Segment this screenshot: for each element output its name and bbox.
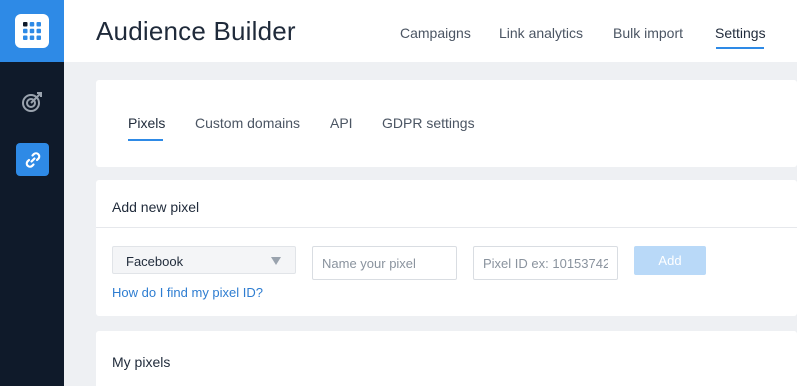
nav-link-analytics[interactable]: Link analytics bbox=[499, 25, 583, 41]
app-title: Audience Builder bbox=[96, 16, 296, 46]
tab-pixels[interactable]: Pixels bbox=[128, 115, 165, 131]
my-pixels-card: My pixels bbox=[96, 331, 797, 386]
link-icon[interactable] bbox=[16, 143, 49, 176]
top-header: Audience Builder Campaigns Link analytic… bbox=[64, 0, 797, 62]
app-logo[interactable] bbox=[0, 0, 64, 62]
add-pixel-button[interactable]: Add bbox=[634, 246, 706, 275]
grid-logo-icon bbox=[15, 14, 49, 48]
tab-custom-domains[interactable]: Custom domains bbox=[195, 115, 300, 131]
nav-bulk-import[interactable]: Bulk import bbox=[613, 25, 683, 41]
tab-api[interactable]: API bbox=[330, 115, 353, 131]
target-icon[interactable] bbox=[20, 90, 44, 114]
tab-gdpr-settings[interactable]: GDPR settings bbox=[382, 115, 475, 131]
section-divider bbox=[96, 227, 797, 228]
sidebar bbox=[0, 0, 64, 386]
pixel-id-help-link[interactable]: How do I find my pixel ID? bbox=[112, 285, 263, 300]
chevron-down-icon bbox=[271, 257, 281, 265]
add-pixel-card: Add new pixel Facebook Add How do I find… bbox=[96, 180, 797, 316]
tab-active-indicator bbox=[128, 139, 163, 141]
platform-select-value: Facebook bbox=[126, 254, 184, 269]
settings-tabs-card: Pixels Custom domains API GDPR settings bbox=[96, 80, 797, 167]
add-pixel-title: Add new pixel bbox=[112, 199, 200, 215]
pixel-name-input[interactable] bbox=[312, 246, 457, 280]
nav-campaigns[interactable]: Campaigns bbox=[400, 25, 471, 41]
nav-settings[interactable]: Settings bbox=[715, 25, 766, 41]
nav-active-indicator bbox=[716, 47, 764, 49]
my-pixels-title: My pixels bbox=[112, 354, 171, 370]
platform-select[interactable]: Facebook bbox=[112, 246, 296, 274]
pixel-id-input[interactable] bbox=[473, 246, 618, 280]
